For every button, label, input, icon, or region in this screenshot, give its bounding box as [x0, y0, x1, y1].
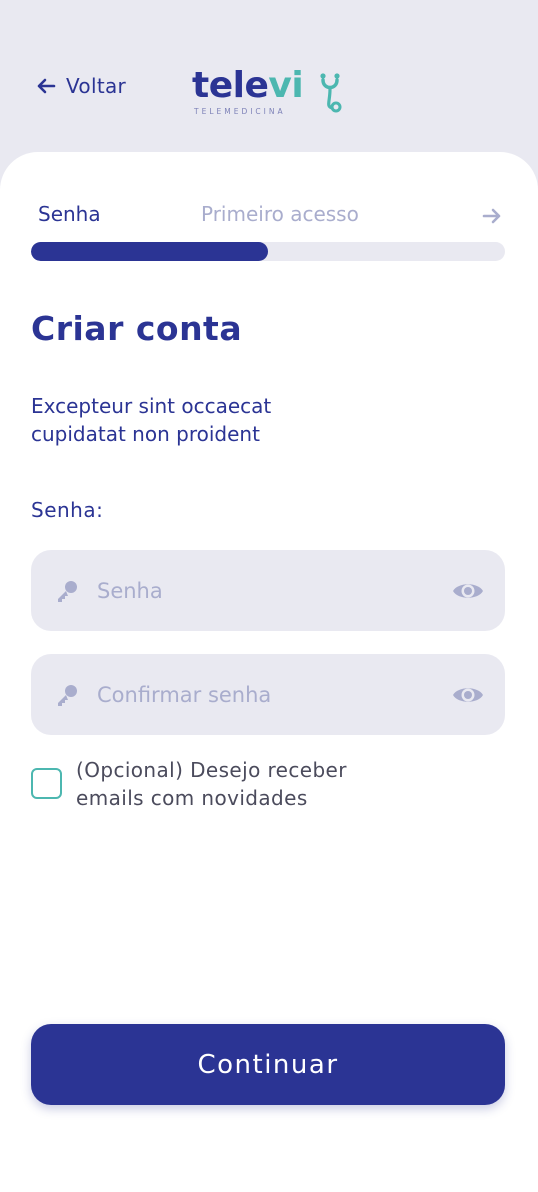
confirm-password-input[interactable] — [95, 681, 451, 708]
back-label: Voltar — [66, 74, 127, 98]
page-title: Criar conta — [31, 309, 243, 348]
logo-tagline: TELEMEDICINA — [194, 107, 286, 116]
password-label: Senha: — [31, 498, 104, 522]
password-input[interactable] — [95, 577, 451, 604]
arrow-left-icon — [37, 78, 56, 94]
page-subtitle: Excepteur sint occaecat cupidatat non pr… — [31, 394, 272, 446]
key-icon — [58, 580, 77, 602]
eye-icon[interactable] — [451, 574, 485, 608]
newsletter-option: (Opcional) Desejo receber emails com nov… — [31, 756, 416, 812]
app-header: Voltar televi TELEMEDICINA — [0, 0, 538, 170]
eye-icon[interactable] — [451, 678, 485, 712]
step-next[interactable]: Primeiro acesso — [201, 202, 359, 226]
newsletter-label[interactable]: (Opcional) Desejo receber emails com nov… — [76, 756, 416, 812]
key-icon — [58, 684, 77, 706]
progress-fill — [31, 242, 268, 261]
continue-button[interactable]: Continuar — [31, 1024, 505, 1105]
back-button[interactable]: Voltar — [34, 74, 126, 98]
logo-wordmark: televi — [192, 65, 304, 106]
signup-card: Senha Primeiro acesso Criar conta Except… — [0, 152, 538, 1192]
televi-logo: televi TELEMEDICINA — [192, 66, 352, 118]
step-current[interactable]: Senha — [38, 202, 101, 226]
arrow-right-icon[interactable] — [480, 204, 504, 228]
password-field — [31, 550, 505, 631]
stethoscope-icon — [320, 73, 342, 113]
step-indicator: Senha Primeiro acesso — [38, 202, 504, 232]
newsletter-checkbox[interactable] — [31, 768, 62, 799]
confirm-password-field — [31, 654, 505, 735]
progress-bar — [31, 242, 505, 261]
